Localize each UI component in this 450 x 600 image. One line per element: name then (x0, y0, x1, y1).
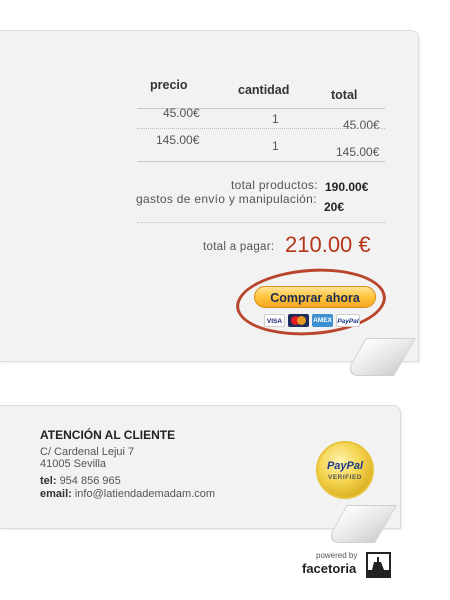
shipping-value: 20€ (324, 200, 345, 214)
item-1-total: 45.00€ (343, 118, 380, 132)
items-divider (137, 161, 385, 162)
column-header-total: total (331, 88, 358, 102)
facetoria-logo-icon[interactable] (366, 552, 391, 578)
grand-total-value: 210.00 € (285, 232, 371, 257)
email: email: info@latiendademadam.com (40, 488, 215, 500)
item-2-price: 145.00€ (156, 133, 200, 147)
email-link[interactable]: info@latiendademadam.com (75, 488, 215, 500)
phone-label: tel: (40, 475, 57, 487)
address-line-2: 41005 Sevilla (40, 458, 107, 470)
paypal-card-icon: PayPal (336, 314, 360, 327)
buy-now-button[interactable]: Comprar ahora (254, 286, 376, 308)
column-header-cantidad: cantidad (238, 83, 290, 97)
customer-service-title: ATENCIÓN AL CLIENTE (40, 428, 176, 442)
badge-verified-text: VERIFIED (328, 474, 362, 481)
grand-total-label: total a pagar: (203, 241, 275, 253)
column-header-precio: precio (150, 78, 188, 92)
subtotal-value: 190.00€ (325, 180, 369, 194)
item-1-price: 45.00€ (163, 106, 200, 120)
item-2-quantity: 1 (272, 139, 279, 153)
shipping-label: gastos de envío y manipulación: (136, 192, 317, 206)
row-divider (137, 128, 385, 129)
mastercard-icon (288, 314, 309, 327)
facetoria-brand[interactable]: facetoria (302, 561, 356, 576)
phone-value: 954 856 965 (59, 475, 121, 487)
item-1-quantity: 1 (272, 112, 279, 126)
phone: tel: 954 856 965 (40, 475, 121, 487)
summary-divider (137, 222, 385, 223)
address-line-1: C/ Cardenal Lejui 7 (40, 446, 135, 458)
subtotal-label: total productos: (231, 178, 318, 192)
visa-card-icon: VISA (264, 314, 285, 327)
paypal-verified-badge: PayPal VERIFIED (316, 441, 374, 499)
powered-by-label: powered by (316, 551, 358, 560)
badge-paypal-text: PayPal (326, 460, 364, 472)
item-2-total: 145.00€ (336, 145, 380, 159)
email-label: email: (40, 488, 72, 500)
amex-card-icon: AMEX (312, 314, 333, 327)
